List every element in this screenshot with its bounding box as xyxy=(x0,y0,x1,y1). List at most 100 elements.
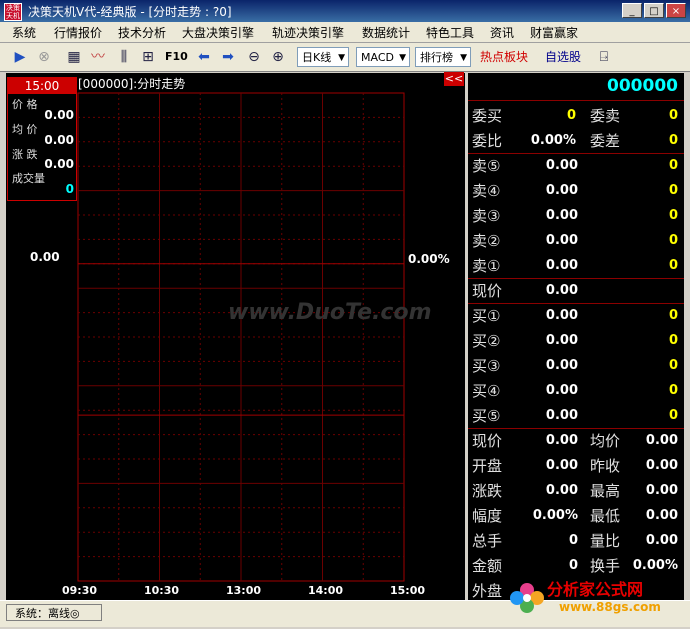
close-button[interactable]: × xyxy=(666,3,686,18)
play-icon[interactable]: ▶ xyxy=(10,47,30,67)
buy-level-price: 0.00 xyxy=(545,383,578,398)
dropdown-arrow-icon: ▼ xyxy=(460,53,467,63)
line-chart-icon[interactable]: 〰 xyxy=(88,47,108,67)
stat-label: 均价 xyxy=(590,432,621,450)
stat-value: 0.00 xyxy=(645,533,678,548)
sell-level-volume: 0 xyxy=(668,233,678,248)
period-select-value: 日K线 xyxy=(302,51,332,64)
brand-logo: 分析家公式网 www.88gs.com xyxy=(505,572,690,626)
title-bar: 决策天机 决策天机V代-经典版 - [分时走势 : ?0] _ □ × xyxy=(0,0,690,22)
stats-row: 涨跌 0.00 最高 0.00 xyxy=(468,478,684,503)
info-change-value: 0.00 xyxy=(44,157,74,171)
stock-code: 000000 xyxy=(607,76,678,96)
indicator-select-value: MACD xyxy=(361,51,394,64)
sell-level-label: 卖① xyxy=(472,257,501,275)
buy-level-label: 买① xyxy=(472,307,501,325)
arrow-left-icon[interactable]: ⬅ xyxy=(194,47,214,67)
sell-level-volume: 0 xyxy=(668,258,678,273)
weibuy-value: 0 xyxy=(566,108,576,123)
price-axis-mid: 0.00 xyxy=(30,250,60,264)
collapse-panel-button[interactable]: << xyxy=(444,72,464,86)
window-title: 决策天机V代-经典版 - [分时走势 : ?0] xyxy=(28,5,232,19)
zoom-out-icon[interactable]: ⊖ xyxy=(244,47,264,67)
stat-value: 0.00 xyxy=(545,458,578,473)
menu-tech-analysis[interactable]: 技术分析 xyxy=(118,24,166,41)
brand-url: www.88gs.com xyxy=(559,600,661,614)
buy-level-volume: 0 xyxy=(668,408,678,423)
chart-title: [000000]:分时走势 xyxy=(78,77,186,91)
weisell-label: 委卖 xyxy=(590,107,621,125)
sell-level-row: 卖② 0.00 0 xyxy=(468,228,684,253)
f10-button[interactable]: F10 xyxy=(165,47,188,67)
weicha-value: 0 xyxy=(668,133,678,148)
menu-quotes[interactable]: 行情报价 xyxy=(54,24,102,41)
watermark-text: www.DuoTe.com xyxy=(228,300,432,325)
menu-statistics[interactable]: 数据统计 xyxy=(362,24,410,41)
stat-value: 0.00% xyxy=(532,508,578,523)
stat-label: 幅度 xyxy=(472,507,503,525)
time-tick: 10:30 xyxy=(144,584,180,597)
period-select[interactable]: 日K线 ▼ xyxy=(297,47,349,67)
stat-value: 0.00% xyxy=(632,558,678,573)
maximize-button[interactable]: □ xyxy=(644,3,664,18)
sell-level-row: 卖④ 0.00 0 xyxy=(468,178,684,203)
buy-level-price: 0.00 xyxy=(545,358,578,373)
stop-icon[interactable]: ⊗ xyxy=(34,47,54,67)
grid-icon[interactable]: ⊞ xyxy=(138,47,158,67)
menu-news[interactable]: 资讯 xyxy=(490,24,514,41)
weibi-value: 0.00% xyxy=(530,133,576,148)
menu-wealth[interactable]: 财富赢家 xyxy=(530,24,578,41)
stat-value: 0.00 xyxy=(645,483,678,498)
stat-label: 昨收 xyxy=(590,457,621,475)
watchlist-button[interactable]: 自选股 xyxy=(545,47,581,67)
arrow-right-icon[interactable]: ➡ xyxy=(218,47,238,67)
menu-track-engine[interactable]: 轨迹决策引擎 xyxy=(272,24,344,41)
connection-status: 系统：离线◎ xyxy=(6,604,102,621)
buy-level-price: 0.00 xyxy=(545,308,578,323)
buy-level-price: 0.00 xyxy=(545,408,578,423)
buy-level-row: 买① 0.00 0 xyxy=(468,303,684,328)
indicator-select[interactable]: MACD ▼ xyxy=(356,47,410,67)
info-avg-label: 均 价 xyxy=(12,123,38,136)
info-price-value: 0.00 xyxy=(44,108,74,122)
stat-value: 0.00 xyxy=(645,458,678,473)
exit-icon[interactable]: ⍈ xyxy=(594,47,614,67)
quote-panel: 000000 委买 0 委卖 0 委比 0.00% 委差 0 现价 0.00 卖… xyxy=(468,73,684,600)
sell-level-volume: 0 xyxy=(668,208,678,223)
sell-level-price: 0.00 xyxy=(545,233,578,248)
stat-value: 0.00 xyxy=(545,483,578,498)
buy-level-row: 买⑤ 0.00 0 xyxy=(468,403,684,428)
sell-level-price: 0.00 xyxy=(545,208,578,223)
rank-select[interactable]: 排行榜 ▼ xyxy=(415,47,471,67)
buy-level-label: 买④ xyxy=(472,382,501,400)
zoom-in-icon[interactable]: ⊕ xyxy=(268,47,288,67)
sell-level-row: 卖③ 0.00 0 xyxy=(468,203,684,228)
stat-label: 现价 xyxy=(472,432,503,450)
stat-value: 0 xyxy=(568,533,578,548)
candle-icon[interactable]: ⫼ xyxy=(114,47,134,67)
weicha-label: 委差 xyxy=(590,132,621,150)
divider xyxy=(468,100,684,101)
menu-system[interactable]: 系统 xyxy=(12,24,36,41)
table-icon[interactable]: ▦ xyxy=(64,47,84,67)
sell-level-price: 0.00 xyxy=(545,183,578,198)
toolbar: ▶ ⊗ ▦ 〰 ⫼ ⊞ F10 ⬅ ➡ ⊖ ⊕ 日K线 ▼ MACD ▼ 排行榜 ▼ … xyxy=(0,43,690,72)
menu-tools[interactable]: 特色工具 xyxy=(426,24,474,41)
minimize-button[interactable]: _ xyxy=(622,3,642,18)
stat-value: 0.00 xyxy=(545,433,578,448)
buy-level-row: 买④ 0.00 0 xyxy=(468,378,684,403)
rank-select-value: 排行榜 xyxy=(420,51,453,64)
buy-level-row: 买③ 0.00 0 xyxy=(468,353,684,378)
stat-label: 最高 xyxy=(590,482,621,500)
weibuy-label: 委买 xyxy=(472,107,503,125)
time-tick: 13:00 xyxy=(226,584,262,597)
stat-value: 0.00 xyxy=(645,508,678,523)
hot-sectors-button[interactable]: 热点板块 xyxy=(480,47,528,67)
buy-level-volume: 0 xyxy=(668,358,678,373)
stats-row: 现价 0.00 均价 0.00 xyxy=(468,428,684,453)
stat-value: 0.00 xyxy=(645,433,678,448)
order-diff-row: 委比 0.00% 委差 0 xyxy=(468,128,684,153)
buy-level-label: 买③ xyxy=(472,357,501,375)
menu-market-engine[interactable]: 大盘决策引擎 xyxy=(182,24,254,41)
stats-row: 开盘 0.00 昨收 0.00 xyxy=(468,453,684,478)
